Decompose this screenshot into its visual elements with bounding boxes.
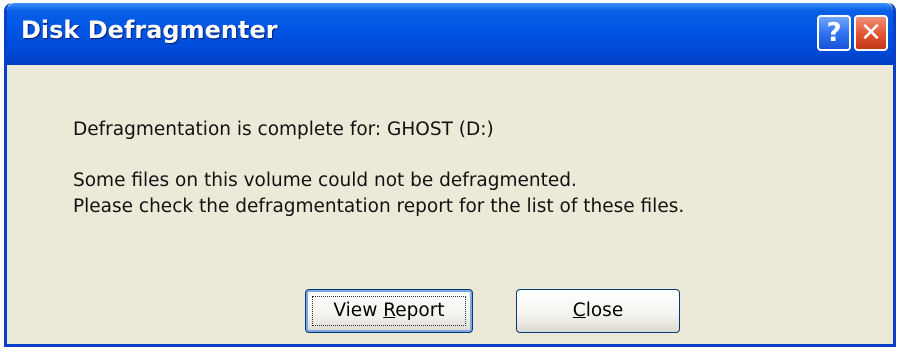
help-button[interactable]: ? [817,15,851,51]
close-label: Close [572,300,624,321]
warning-message: Some files on this volume could not be d… [73,170,577,191]
defragmenter-dialog: Disk Defragmenter ? ✕ Defragmentation is… [4,3,896,347]
report-hint-message: Please check the defragmentation report … [73,196,685,217]
close-button[interactable]: Close [516,289,680,333]
completion-message: Defragmentation is complete for: GHOST (… [73,119,494,140]
view-report-label: View Report [333,300,445,321]
title-bar[interactable]: Disk Defragmenter ? ✕ [7,3,893,65]
view-report-button[interactable]: View Report [305,289,473,333]
help-icon: ? [826,18,842,48]
close-icon: ✕ [860,18,882,48]
window-close-button[interactable]: ✕ [854,15,888,51]
window-title: Disk Defragmenter [21,16,278,44]
